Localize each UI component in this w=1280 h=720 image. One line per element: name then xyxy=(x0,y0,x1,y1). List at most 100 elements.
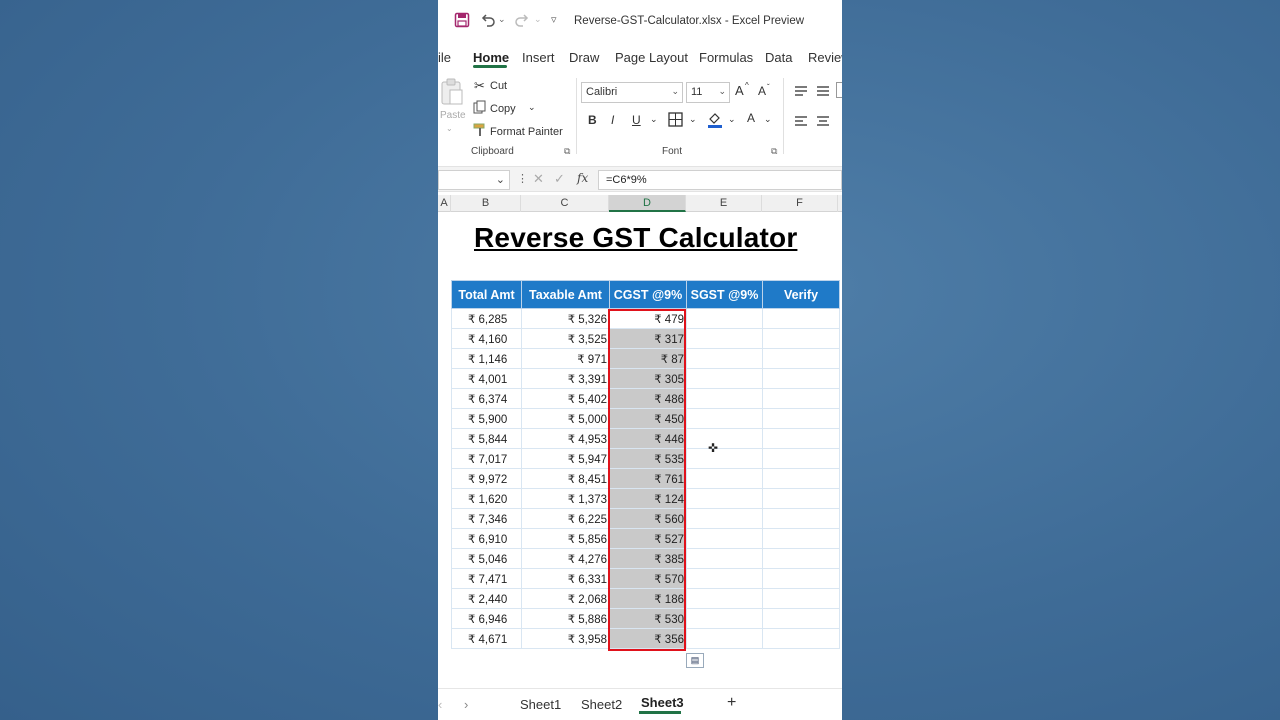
save-icon[interactable] xyxy=(454,12,470,32)
column-header-b[interactable]: B xyxy=(451,195,521,212)
sheet-tab-sheet3[interactable]: Sheet3 xyxy=(641,695,684,710)
insert-function-icon[interactable]: fx xyxy=(577,171,588,185)
cell-verify[interactable] xyxy=(762,348,840,369)
cell-verify[interactable] xyxy=(762,588,840,609)
cell-total-amt[interactable]: ₹ 6,910 xyxy=(451,528,522,549)
add-sheet-button[interactable]: + xyxy=(727,694,736,712)
cell-verify[interactable] xyxy=(762,368,840,389)
cell-total-amt[interactable]: ₹ 7,017 xyxy=(451,448,522,469)
cell-taxable-amt[interactable]: ₹ 5,000 xyxy=(521,408,610,429)
column-header-e[interactable]: E xyxy=(686,195,762,212)
cell-sgst[interactable] xyxy=(686,428,763,449)
cell-sgst[interactable] xyxy=(686,608,763,629)
header-sgst[interactable]: SGST @9% xyxy=(686,280,763,309)
tab-file[interactable]: ile xyxy=(438,50,451,65)
cell-sgst[interactable] xyxy=(686,508,763,529)
tab-page-layout[interactable]: Page Layout xyxy=(615,50,688,65)
tab-insert[interactable]: Insert xyxy=(522,50,555,65)
paste-icon[interactable] xyxy=(440,78,464,111)
paste-dropdown-icon[interactable]: ⌄ xyxy=(446,124,453,133)
cell-cgst[interactable]: ₹ 761 xyxy=(609,468,687,489)
paste-button[interactable]: Paste xyxy=(440,110,466,121)
cell-total-amt[interactable]: ₹ 6,374 xyxy=(451,388,522,409)
cell-sgst[interactable] xyxy=(686,468,763,489)
cell-taxable-amt[interactable]: ₹ 5,886 xyxy=(521,608,610,629)
header-taxable-amt[interactable]: Taxable Amt xyxy=(521,280,610,309)
bold-button[interactable]: B xyxy=(588,113,597,127)
cell-total-amt[interactable]: ₹ 1,146 xyxy=(451,348,522,369)
cell-total-amt[interactable]: ₹ 2,440 xyxy=(451,588,522,609)
name-box[interactable]: ⌄ xyxy=(438,170,510,190)
shrink-font-icon[interactable]: A xyxy=(758,84,766,98)
align-left-icon[interactable] xyxy=(794,114,808,132)
cell-total-amt[interactable]: ₹ 1,620 xyxy=(451,488,522,509)
cell-verify[interactable] xyxy=(762,468,840,489)
font-name-dropdown-icon[interactable]: ⌄ xyxy=(671,86,679,97)
cell-verify[interactable] xyxy=(762,448,840,469)
tab-data[interactable]: Data xyxy=(765,50,792,65)
cell-cgst[interactable]: ₹ 530 xyxy=(609,608,687,629)
cell-taxable-amt[interactable]: ₹ 2,068 xyxy=(521,588,610,609)
cell-verify[interactable] xyxy=(762,568,840,589)
tab-home[interactable]: Home xyxy=(473,50,509,65)
name-box-dropdown-icon[interactable]: ⌄ xyxy=(496,173,505,186)
cell-sgst[interactable] xyxy=(686,328,763,349)
cell-taxable-amt[interactable]: ₹ 4,953 xyxy=(521,428,610,449)
cell-verify[interactable] xyxy=(762,328,840,349)
customize-qat-icon[interactable]: ▿ xyxy=(551,13,557,26)
font-color-icon[interactable]: A xyxy=(747,111,755,125)
cancel-icon[interactable]: ✕ xyxy=(533,171,544,187)
cell-sgst[interactable] xyxy=(686,448,763,469)
cell-total-amt[interactable]: ₹ 4,160 xyxy=(451,328,522,349)
tab-formulas[interactable]: Formulas xyxy=(699,50,753,65)
align-middle-icon[interactable] xyxy=(816,84,830,102)
cell-total-amt[interactable]: ₹ 6,946 xyxy=(451,608,522,629)
cell-taxable-amt[interactable]: ₹ 3,958 xyxy=(521,628,610,649)
cell-cgst[interactable]: ₹ 385 xyxy=(609,548,687,569)
cell-cgst[interactable]: ₹ 317 xyxy=(609,328,687,349)
cell-sgst[interactable] xyxy=(686,348,763,369)
cell-sgst[interactable] xyxy=(686,308,763,329)
cell-total-amt[interactable]: ₹ 4,671 xyxy=(451,628,522,649)
cell-total-amt[interactable]: ₹ 5,844 xyxy=(451,428,522,449)
scroll-left-icon[interactable]: ‹ xyxy=(438,697,442,712)
cell-cgst[interactable]: ₹ 305 xyxy=(609,368,687,389)
cell-cgst[interactable]: ₹ 446 xyxy=(609,428,687,449)
header-verify[interactable]: Verify xyxy=(762,280,840,309)
align-center-icon[interactable] xyxy=(816,114,830,132)
cell-taxable-amt[interactable]: ₹ 5,856 xyxy=(521,528,610,549)
enter-icon[interactable]: ✓ xyxy=(554,171,565,187)
cell-verify[interactable] xyxy=(762,488,840,509)
fill-color-icon[interactable] xyxy=(707,111,723,133)
more-options-icon[interactable]: ⋮ xyxy=(517,172,528,185)
column-header-d[interactable]: D xyxy=(609,195,686,212)
cell-taxable-amt[interactable]: ₹ 3,391 xyxy=(521,368,610,389)
undo-icon[interactable] xyxy=(480,12,496,32)
cell-taxable-amt[interactable]: ₹ 1,373 xyxy=(521,488,610,509)
cell-cgst[interactable]: ₹ 560 xyxy=(609,508,687,529)
cell-sgst[interactable] xyxy=(686,548,763,569)
font-launcher-icon[interactable]: ⧉ xyxy=(771,146,777,157)
cell-cgst[interactable]: ₹ 570 xyxy=(609,568,687,589)
cell-total-amt[interactable]: ₹ 5,046 xyxy=(451,548,522,569)
cell-taxable-amt[interactable]: ₹ 971 xyxy=(521,348,610,369)
cell-total-amt[interactable]: ₹ 7,346 xyxy=(451,508,522,529)
cell-verify[interactable] xyxy=(762,608,840,629)
cell-taxable-amt[interactable]: ₹ 6,331 xyxy=(521,568,610,589)
cell-total-amt[interactable]: ₹ 5,900 xyxy=(451,408,522,429)
cell-total-amt[interactable]: ₹ 6,285 xyxy=(451,308,522,329)
cell-verify[interactable] xyxy=(762,628,840,649)
header-cgst[interactable]: CGST @9% xyxy=(609,280,687,309)
cell-cgst[interactable]: ₹ 186 xyxy=(609,588,687,609)
redo-dropdown-icon[interactable]: ⌄ xyxy=(534,14,542,25)
cell-cgst[interactable]: ₹ 486 xyxy=(609,388,687,409)
cell-cgst[interactable]: ₹ 124 xyxy=(609,488,687,509)
cell-verify[interactable] xyxy=(762,428,840,449)
format-painter-button[interactable]: Format Painter xyxy=(490,126,563,138)
column-header-f[interactable]: F xyxy=(762,195,838,212)
sheet-tab-sheet2[interactable]: Sheet2 xyxy=(581,697,622,712)
fill-color-dropdown-icon[interactable]: ⌄ xyxy=(728,114,736,125)
cell-sgst[interactable] xyxy=(686,588,763,609)
cell-cgst[interactable]: ₹ 527 xyxy=(609,528,687,549)
quick-analysis-icon[interactable]: ▤ xyxy=(686,653,704,668)
